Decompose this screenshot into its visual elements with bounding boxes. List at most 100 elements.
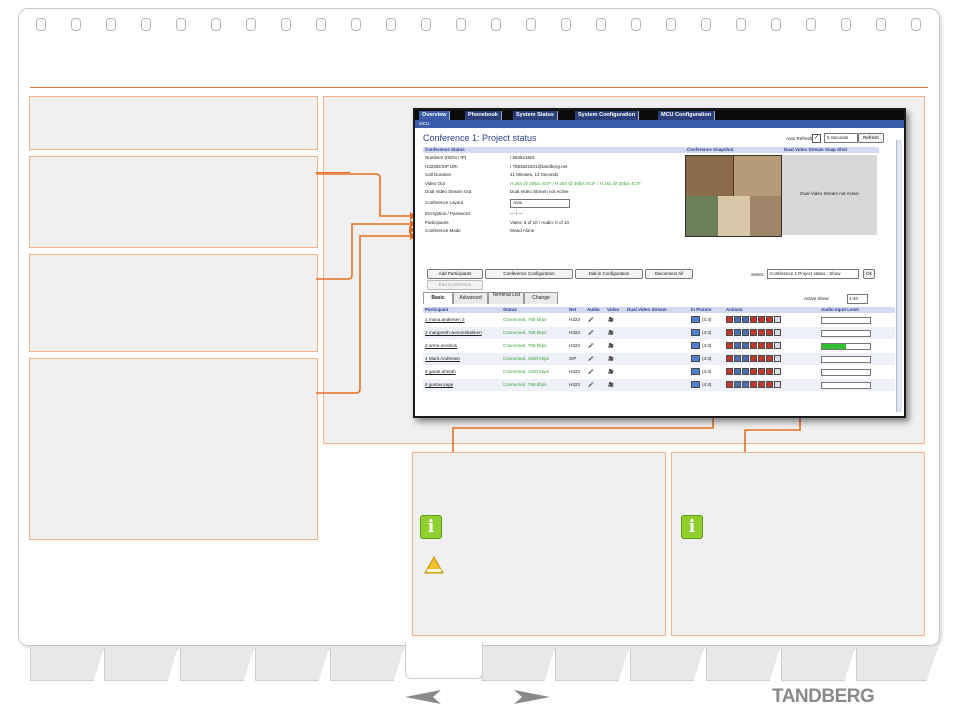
action-icon[interactable]: [742, 355, 749, 363]
layout-select[interactable]: Auto: [510, 198, 570, 208]
ok-button[interactable]: Ok: [863, 269, 875, 279]
tab-change[interactable]: Change: [524, 292, 558, 304]
participant-name[interactable]: 3 arme.ovrebos: [425, 340, 457, 352]
action-icon[interactable]: [742, 342, 749, 350]
audio-icon[interactable]: 🎤: [588, 327, 594, 339]
action-icon[interactable]: [766, 329, 773, 337]
action-icon[interactable]: [742, 368, 749, 376]
in-picture-icon[interactable]: [691, 379, 701, 391]
section-tab-active[interactable]: [405, 642, 483, 679]
tab-overview[interactable]: Overview: [419, 111, 451, 120]
action-icon[interactable]: [750, 329, 757, 337]
section-tab[interactable]: [781, 648, 855, 681]
conference-configuration-button[interactable]: Conference Configuration: [485, 269, 573, 279]
action-icon[interactable]: [750, 316, 757, 324]
section-tab[interactable]: [104, 648, 178, 681]
action-icon[interactable]: [734, 355, 741, 363]
action-icon[interactable]: [726, 368, 733, 376]
action-icon[interactable]: [742, 329, 749, 337]
action-icon[interactable]: [774, 316, 781, 324]
action-icon[interactable]: [742, 381, 749, 389]
tab-mcu-configuration[interactable]: MCU Configuration: [658, 111, 716, 120]
audio-icon[interactable]: 🎤: [588, 340, 594, 352]
action-icon[interactable]: [758, 381, 765, 389]
action-icon[interactable]: [734, 381, 741, 389]
participant-name[interactable]: 2 margareth.wennesbakken: [425, 327, 482, 339]
conference-select[interactable]: Conference 1 Project status : Show: [767, 269, 859, 279]
end-conference-button[interactable]: End Conference: [427, 280, 483, 290]
in-picture-icon[interactable]: [691, 314, 701, 326]
action-icon[interactable]: [766, 342, 773, 350]
action-icon[interactable]: [726, 355, 733, 363]
section-tab[interactable]: [555, 648, 629, 681]
action-icon[interactable]: [774, 368, 781, 376]
section-tab[interactable]: [255, 648, 329, 681]
action-icon[interactable]: [734, 329, 741, 337]
participant-name[interactable]: 5 gaute.ahrsah: [425, 366, 456, 378]
dial-in-configuration-button[interactable]: Dial-in Configuration: [575, 269, 643, 279]
section-tab[interactable]: [481, 648, 555, 681]
video-icon[interactable]: 🎥: [608, 340, 614, 352]
back-arrow-icon[interactable]: [403, 688, 443, 706]
section-tab[interactable]: [30, 648, 104, 681]
video-icon[interactable]: 🎥: [608, 366, 614, 378]
refresh-interval-select[interactable]: 5 Seconds: [824, 133, 858, 143]
action-icon[interactable]: [726, 342, 733, 350]
action-icon[interactable]: [726, 381, 733, 389]
action-icon[interactable]: [726, 316, 733, 324]
tab-phonebook[interactable]: Phonebook: [465, 111, 502, 120]
refresh-button[interactable]: Refresh: [858, 133, 884, 143]
in-picture-icon[interactable]: [691, 366, 701, 378]
add-participants-button[interactable]: Add Participants: [427, 269, 483, 279]
action-icon[interactable]: [750, 368, 757, 376]
action-icon[interactable]: [750, 381, 757, 389]
section-tab[interactable]: [330, 648, 404, 681]
action-icon[interactable]: [766, 316, 773, 324]
action-icon[interactable]: [758, 355, 765, 363]
section-tab[interactable]: [856, 648, 938, 681]
tab-system-status[interactable]: System Status: [513, 111, 558, 120]
audio-icon[interactable]: 🎤: [588, 379, 594, 391]
action-icon[interactable]: [758, 316, 765, 324]
video-icon[interactable]: 🎥: [608, 327, 614, 339]
action-icon[interactable]: [734, 316, 741, 324]
in-picture-icon[interactable]: [691, 340, 701, 352]
action-icon[interactable]: [766, 355, 773, 363]
action-icon[interactable]: [726, 329, 733, 337]
audio-icon[interactable]: 🎤: [588, 353, 594, 365]
action-icon[interactable]: [766, 381, 773, 389]
action-icon[interactable]: [734, 342, 741, 350]
video-icon[interactable]: 🎥: [608, 379, 614, 391]
action-icon[interactable]: [734, 368, 741, 376]
auto-refresh-checkbox[interactable]: ✓: [812, 134, 821, 143]
participant-name[interactable]: 1 mona.andersen 3: [425, 314, 465, 326]
forward-arrow-icon[interactable]: [512, 688, 552, 706]
in-picture-icon[interactable]: [691, 327, 701, 339]
section-tab[interactable]: [706, 648, 780, 681]
participant-name[interactable]: 6 gustav.vage: [425, 379, 453, 391]
participant-name[interactable]: 4 Marit.Andresen: [425, 353, 460, 365]
tab-system-configuration[interactable]: System Configuration: [575, 111, 640, 120]
scrollbar[interactable]: [896, 140, 902, 412]
action-icon[interactable]: [758, 342, 765, 350]
action-icon[interactable]: [774, 329, 781, 337]
sub-nav[interactable]: MCU: [415, 120, 904, 128]
action-icon[interactable]: [774, 355, 781, 363]
section-tab[interactable]: [630, 648, 704, 681]
action-icon[interactable]: [766, 368, 773, 376]
action-icon[interactable]: [750, 355, 757, 363]
section-tab[interactable]: [180, 648, 254, 681]
action-icon[interactable]: [758, 368, 765, 376]
show-range-select[interactable]: 1-40: [847, 294, 868, 304]
tab-basic[interactable]: Basic: [423, 292, 453, 304]
audio-icon[interactable]: 🎤: [588, 366, 594, 378]
disconnect-all-button[interactable]: Disconnect All: [645, 269, 693, 279]
video-icon[interactable]: 🎥: [608, 314, 614, 326]
tab-advanced[interactable]: Advanced: [453, 292, 488, 304]
action-icon[interactable]: [774, 381, 781, 389]
video-icon[interactable]: 🎥: [608, 353, 614, 365]
action-icon[interactable]: [758, 329, 765, 337]
action-icon[interactable]: [750, 342, 757, 350]
in-picture-icon[interactable]: [691, 353, 701, 365]
action-icon[interactable]: [742, 316, 749, 324]
